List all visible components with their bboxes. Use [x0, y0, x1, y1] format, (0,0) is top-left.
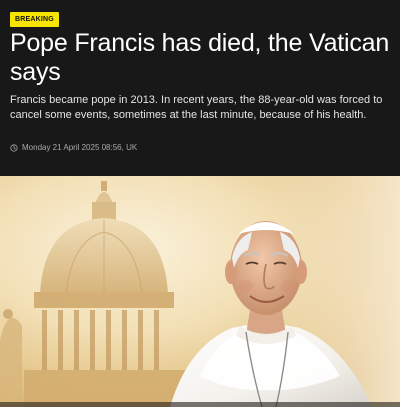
article-standfirst: Francis became pope in 2013. In recent y… [10, 94, 383, 121]
article-headline: Pope Francis has died, the Vatican says [10, 29, 390, 86]
article-timestamp: Monday 21 April 2025 08:56, UK [10, 143, 137, 153]
hero-photo [0, 176, 400, 407]
article-header: BREAKING Pope Francis has died, the Vati… [0, 0, 400, 176]
breaking-badge: BREAKING [10, 12, 59, 27]
hero-image[interactable] [0, 176, 400, 407]
clock-icon [10, 144, 18, 152]
timestamp-text: Monday 21 April 2025 08:56, UK [22, 143, 138, 152]
article-page: BREAKING Pope Francis has died, the Vati… [0, 0, 400, 407]
